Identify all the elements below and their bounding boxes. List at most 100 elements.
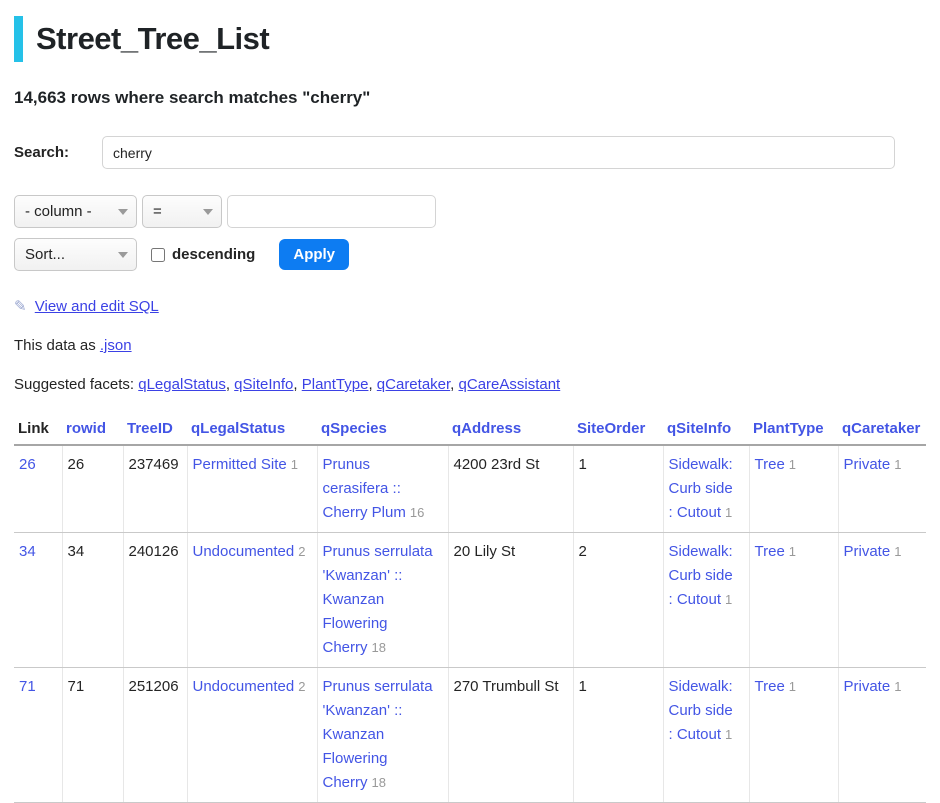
qlegalstatus-value-link[interactable]: Permitted Site xyxy=(193,456,287,473)
sort-by-qsiteinfo-link[interactable]: qSiteInfo xyxy=(667,420,731,437)
cell-qspecies: Prunus serrulata 'Kwanzan' :: Kwanzan Fl… xyxy=(317,668,448,803)
column-header-link: Link xyxy=(14,417,62,445)
facet-item: qLegalStatus xyxy=(138,376,234,393)
qlegalstatus-value-link[interactable]: Undocumented xyxy=(193,678,295,695)
sort-by-siteorder-link[interactable]: SiteOrder xyxy=(577,420,645,437)
cell-qaddress: 4200 23rd St xyxy=(448,445,573,533)
cell-qsiteinfo: Sidewalk: Curb side : Cutout1 xyxy=(663,668,749,803)
planttype-value-link[interactable]: Tree xyxy=(755,678,785,695)
row-link[interactable]: 26 xyxy=(19,456,36,473)
facet-count: 2 xyxy=(298,544,305,559)
facet-list: qLegalStatus qSiteInfo PlantType qCaretaker… xyxy=(138,376,560,393)
table-header-row: Link rowid TreeID qLegalStatus qSpecies … xyxy=(14,417,926,445)
facet-count: 1 xyxy=(789,679,796,694)
qcaretaker-value-link[interactable]: Private xyxy=(844,678,891,695)
facet-count: 18 xyxy=(372,775,386,790)
search-label: Search: xyxy=(14,144,102,161)
sort-by-qaddress-link[interactable]: qAddress xyxy=(452,420,521,437)
cell-planttype: Tree 1 xyxy=(749,445,838,533)
json-link[interactable]: .json xyxy=(100,337,132,354)
sort-by-rowid-link[interactable]: rowid xyxy=(66,420,106,437)
cell-treeid: 237469 xyxy=(123,445,187,533)
qcaretaker-value-link[interactable]: Private xyxy=(844,543,891,560)
filter-operator-select[interactable]: = xyxy=(142,195,222,228)
qcaretaker-value-link[interactable]: Private xyxy=(844,456,891,473)
facet-link[interactable]: qCaretaker xyxy=(377,376,450,393)
facet-item: qCaretaker xyxy=(377,376,459,393)
descending-label: descending xyxy=(172,246,255,263)
pencil-icon: ✎ xyxy=(14,298,27,315)
cell-siteorder: 2 xyxy=(573,533,663,668)
column-header-planttype: PlantType xyxy=(749,417,838,445)
cell-qcaretaker: Private1 xyxy=(838,668,926,803)
cell-link: 34 xyxy=(14,533,62,668)
view-edit-sql-link[interactable]: View and edit SQL xyxy=(35,298,159,315)
facet-count: 1 xyxy=(789,457,796,472)
filter-operator-select-value: = xyxy=(153,203,162,220)
cell-qaddress: 20 Lily St xyxy=(448,533,573,668)
sort-by-qspecies-link[interactable]: qSpecies xyxy=(321,420,387,437)
qsiteinfo-value-link[interactable]: Sidewalk: Curb side : Cutout xyxy=(669,456,733,521)
cell-qsiteinfo: Sidewalk: Curb side : Cutout1 xyxy=(663,533,749,668)
cell-siteorder: 1 xyxy=(573,445,663,533)
chevron-down-icon xyxy=(118,252,128,258)
facet-link[interactable]: qCareAssistant xyxy=(459,376,561,393)
facet-count: 1 xyxy=(789,544,796,559)
qlegalstatus-value-link[interactable]: Undocumented xyxy=(193,543,295,560)
cell-treeid: 240126 xyxy=(123,533,187,668)
facet-count: 1 xyxy=(725,592,732,607)
facet-link[interactable]: PlantType xyxy=(302,376,369,393)
qsiteinfo-value-link[interactable]: Sidewalk: Curb side : Cutout xyxy=(669,543,733,608)
cell-qcaretaker: Private1 xyxy=(838,533,926,668)
filter-value-input[interactable] xyxy=(227,195,436,228)
cell-qaddress: 270 Trumbull St xyxy=(448,668,573,803)
row-link[interactable]: 71 xyxy=(19,678,36,695)
cell-rowid: 34 xyxy=(62,533,123,668)
search-input[interactable] xyxy=(102,136,895,169)
apply-button[interactable]: Apply xyxy=(279,239,349,270)
qspecies-value-link[interactable]: Prunus cerasifera :: Cherry Plum xyxy=(323,456,406,521)
column-header-qaddress: qAddress xyxy=(448,417,573,445)
facet-count: 16 xyxy=(410,505,424,520)
cell-planttype: Tree 1 xyxy=(749,533,838,668)
qsiteinfo-value-link[interactable]: Sidewalk: Curb side : Cutout xyxy=(669,678,733,743)
cell-treeid: 251206 xyxy=(123,668,187,803)
sort-by-qcaretaker-link[interactable]: qCaretaker xyxy=(842,420,920,437)
column-header-qsiteinfo: qSiteInfo xyxy=(663,417,749,445)
chevron-down-icon xyxy=(203,209,213,215)
page-title: Street_Tree_List xyxy=(14,16,926,62)
planttype-value-link[interactable]: Tree xyxy=(755,543,785,560)
facet-link[interactable]: qLegalStatus xyxy=(138,376,226,393)
sort-by-planttype-link[interactable]: PlantType xyxy=(753,420,824,437)
table-row: 34 34 240126 Undocumented2 Prunus serrul… xyxy=(14,533,926,668)
cell-qsiteinfo: Sidewalk: Curb side : Cutout1 xyxy=(663,445,749,533)
descending-checkbox[interactable] xyxy=(151,248,165,262)
cell-qlegalstatus: Undocumented2 xyxy=(187,668,317,803)
column-header-rowid: rowid xyxy=(62,417,123,445)
facets-prefix: Suggested facets: xyxy=(14,376,138,393)
facet-item: PlantType xyxy=(302,376,377,393)
facet-count: 1 xyxy=(894,679,901,694)
cell-qspecies: Prunus serrulata 'Kwanzan' :: Kwanzan Fl… xyxy=(317,533,448,668)
facet-count: 1 xyxy=(894,457,901,472)
sort-by-qlegalstatus-link[interactable]: qLegalStatus xyxy=(191,420,285,437)
cell-qlegalstatus: Permitted Site1 xyxy=(187,445,317,533)
facet-item: qCareAssistant xyxy=(459,376,561,393)
filter-column-select-value: - column - xyxy=(25,203,92,220)
planttype-value-link[interactable]: Tree xyxy=(755,456,785,473)
cell-planttype: Tree 1 xyxy=(749,668,838,803)
facet-count: 2 xyxy=(298,679,305,694)
table-row: 26 26 237469 Permitted Site1 Prunus cera… xyxy=(14,445,926,533)
table-row: 71 71 251206 Undocumented2 Prunus serrul… xyxy=(14,668,926,803)
row-link[interactable]: 34 xyxy=(19,543,36,560)
sort-select[interactable]: Sort... xyxy=(14,238,137,271)
sort-by-treeid-link[interactable]: TreeID xyxy=(127,420,173,437)
sort-row: Sort... descending Apply xyxy=(14,238,926,271)
facet-link[interactable]: qSiteInfo xyxy=(234,376,293,393)
page: Street_Tree_List 14,663 rows where searc… xyxy=(0,16,940,803)
facet-item: qSiteInfo xyxy=(234,376,302,393)
filter-column-select[interactable]: - column - xyxy=(14,195,137,228)
sql-line: ✎ View and edit SQL xyxy=(14,297,926,315)
facet-count: 1 xyxy=(894,544,901,559)
cell-qcaretaker: Private1 xyxy=(838,445,926,533)
